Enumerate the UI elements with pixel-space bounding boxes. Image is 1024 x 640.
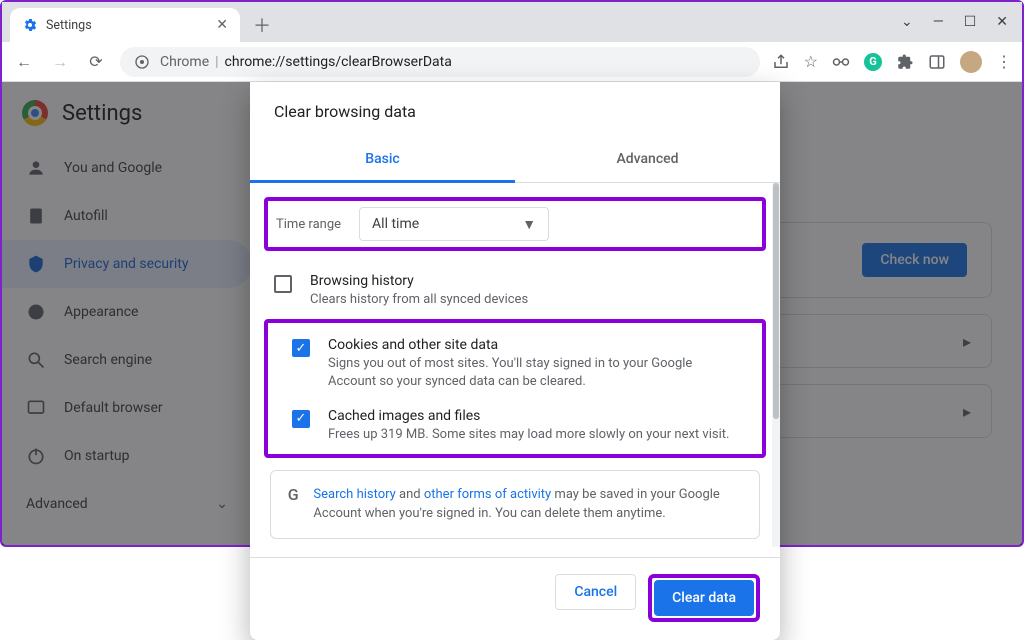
option-cache[interactable]: ✓ Cached images and files Frees up 319 M… [268,398,762,450]
other-activity-link[interactable]: other forms of activity [424,487,551,502]
window-controls: ⌄ — ☐ ✕ [901,2,1022,42]
checkbox-unchecked[interactable] [274,275,292,293]
cancel-button[interactable]: Cancel [555,574,636,610]
extensions-puzzle-icon[interactable] [896,53,914,71]
dialog-scrollbar[interactable] [772,183,780,547]
caret-down-icon: ▼ [522,216,536,233]
close-tab-icon[interactable]: ✕ [216,17,228,33]
dialog-title: Clear browsing data [250,82,780,135]
back-icon[interactable]: ← [12,52,36,72]
clear-browsing-data-dialog: Clear browsing data Basic Advanced Time … [250,82,780,640]
close-window-icon[interactable]: ✕ [996,14,1008,30]
share-icon[interactable] [772,53,790,71]
forward-icon[interactable]: → [48,52,72,72]
google-g-icon: G [287,485,299,504]
google-activity-info: G Search history and other forms of acti… [270,470,760,539]
checkbox-checked[interactable]: ✓ [292,410,310,428]
search-history-link[interactable]: Search history [313,487,395,502]
bookmark-icon[interactable]: ☆ [804,52,818,71]
menu-dots-icon[interactable]: ⋮ [996,52,1012,71]
maximize-icon[interactable]: ☐ [964,14,977,30]
browser-tab[interactable]: Settings ✕ [10,8,240,42]
tab-advanced[interactable]: Advanced [515,135,780,182]
omnibox-text: Chrome | chrome://settings/clearBrowserD… [160,54,452,70]
option-cookies[interactable]: ✓ Cookies and other site data Signs you … [268,327,762,397]
extension-icon[interactable] [832,55,850,69]
tab-title: Settings [46,18,208,33]
titlebar: Settings ✕ ＋ ⌄ — ☐ ✕ [2,2,1022,42]
time-range-row: Time range All time ▼ [264,197,766,251]
omnibox[interactable]: Chrome | chrome://settings/clearBrowserD… [120,47,760,77]
minimize-icon[interactable]: — [933,14,944,30]
clear-data-highlight: Clear data [648,574,760,622]
tab-basic[interactable]: Basic [250,135,515,182]
sidepanel-icon[interactable] [928,53,946,71]
gear-icon [22,17,38,33]
site-info-icon[interactable] [134,54,150,70]
new-tab-button[interactable]: ＋ [248,11,276,39]
reload-icon[interactable]: ⟳ [84,52,108,71]
option-browsing-history[interactable]: Browsing history Clears history from all… [250,263,780,315]
chevron-down-icon[interactable]: ⌄ [901,14,913,30]
checkbox-checked[interactable]: ✓ [292,339,310,357]
clear-data-button[interactable]: Clear data [654,580,754,616]
time-range-label: Time range [276,217,341,232]
time-range-select[interactable]: All time ▼ [359,207,549,241]
toolbar: ← → ⟳ Chrome | chrome://settings/clearBr… [2,42,1022,82]
grammarly-icon[interactable]: G [864,53,882,71]
profile-avatar[interactable] [960,51,982,73]
